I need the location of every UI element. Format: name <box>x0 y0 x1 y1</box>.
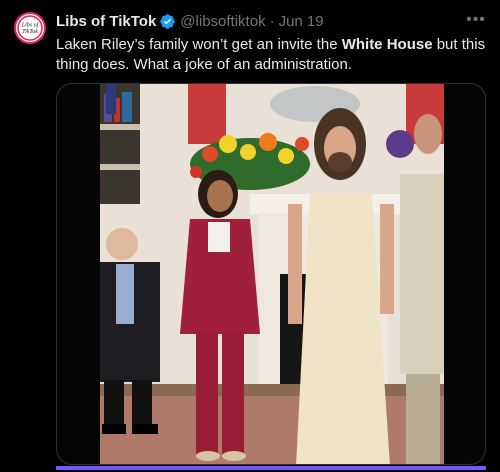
display-name[interactable]: Libs of TikTok <box>56 13 156 30</box>
header-separator: · <box>269 12 275 30</box>
tweet-date[interactable]: Jun 19 <box>279 13 324 30</box>
tweet-media[interactable] <box>56 83 486 465</box>
libs-of-tiktok-logo: Libs of TikTok <box>17 15 43 41</box>
svg-text:Libs of: Libs of <box>21 22 40 29</box>
tweet-text: Laken Riley’s family won’t get an invite… <box>56 35 486 75</box>
verified-badge-icon <box>159 13 176 30</box>
svg-text:TikTok: TikTok <box>22 29 38 35</box>
tweet-header: Libs of TikTok @libsoftiktok · Jun 19 <box>56 11 324 31</box>
avatar[interactable]: Libs of TikTok <box>14 12 46 44</box>
tweet[interactable]: Libs of TikTok Libs of TikTok @libsoftik… <box>0 0 500 472</box>
video-player[interactable] <box>100 84 444 464</box>
video-progress-fill <box>56 466 486 470</box>
video-frame <box>100 84 444 464</box>
more-options-icon[interactable]: ••• <box>466 11 486 28</box>
tweet-text-part: Laken Riley’s family won’t get an invite… <box>56 36 342 53</box>
tweet-text-bold: White House <box>341 36 433 53</box>
video-progress-bar[interactable] <box>56 466 486 470</box>
user-handle[interactable]: @libsoftiktok <box>180 13 265 30</box>
